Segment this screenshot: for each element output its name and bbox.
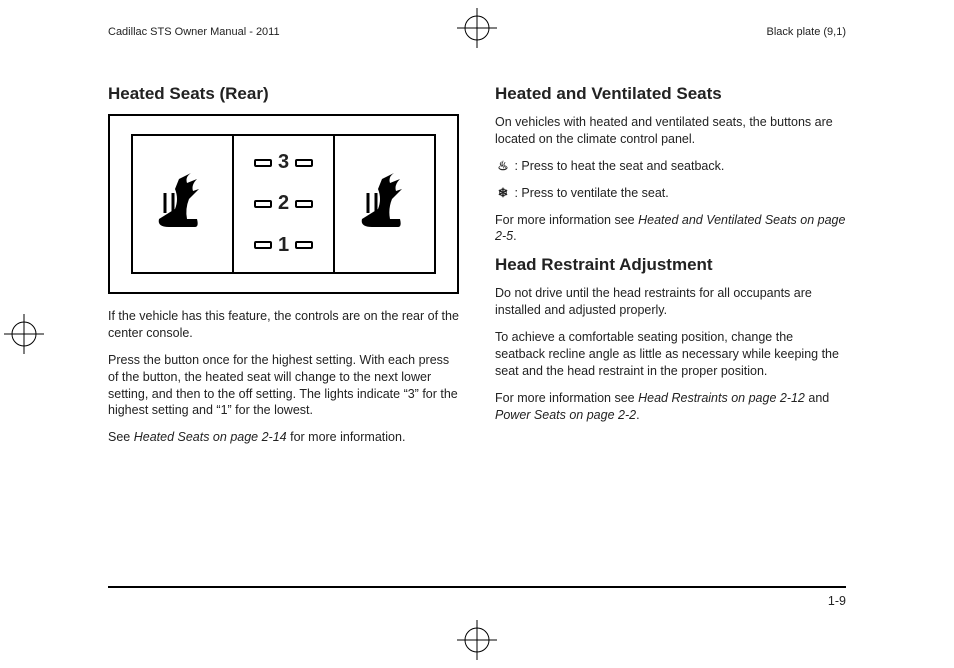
heading-heated-seats-rear: Heated Seats (Rear)	[108, 84, 459, 104]
ventilate-icon: ❄	[495, 185, 511, 202]
left-column: Heated Seats (Rear) 3 2 1	[108, 84, 459, 572]
para-hv-see-more: For more information see Heated and Vent…	[495, 212, 846, 246]
para-rear-button-operation: Press the button once for the highest se…	[108, 352, 459, 420]
header-left: Cadillac STS Owner Manual - 2011	[108, 26, 280, 38]
para-hr-see-more: For more information see Head Restraints…	[495, 390, 846, 424]
xref-power-seats: Power Seats on page 2-2	[495, 408, 636, 422]
xref-head-restraints: Head Restraints on page 2-12	[638, 391, 805, 405]
para-hv-location: On vehicles with heated and ventilated s…	[495, 114, 846, 148]
right-column: Heated and Ventilated Seats On vehicles …	[495, 84, 846, 572]
heading-heated-ventilated-seats: Heated and Ventilated Seats	[495, 84, 846, 104]
crop-mark-left	[4, 314, 44, 354]
rear-heated-seat-figure: 3 2 1	[108, 114, 459, 294]
para-heat-button: ♨ : Press to heat the seat and seatback.	[495, 158, 846, 175]
heat-icon: ♨	[495, 158, 511, 175]
para-hr-position: To achieve a comfortable seating positio…	[495, 329, 846, 380]
crop-mark-bottom	[457, 620, 497, 660]
xref-heated-seats: Heated Seats on page 2-14	[134, 430, 287, 444]
heat-level-2: 2	[278, 192, 289, 215]
header-right: Black plate (9,1)	[767, 26, 846, 38]
para-rear-see-more: See Heated Seats on page 2-14 for more i…	[108, 429, 459, 446]
page-content: Heated Seats (Rear) 3 2 1	[108, 84, 846, 572]
page-number: 1-9	[828, 594, 846, 608]
para-hr-warning: Do not drive until the head restraints f…	[495, 285, 846, 319]
heading-head-restraint-adjustment: Head Restraint Adjustment	[495, 255, 846, 275]
heat-level-3: 3	[278, 151, 289, 174]
para-ventilate-button: ❄ : Press to ventilate the seat.	[495, 185, 846, 202]
para-rear-controls-location: If the vehicle has this feature, the con…	[108, 308, 459, 342]
heat-level-indicator: 3 2 1	[232, 136, 335, 272]
right-seat-heat-icon	[335, 136, 434, 272]
heat-level-1: 1	[278, 234, 289, 257]
bottom-rule	[108, 586, 846, 588]
left-seat-heat-icon	[133, 136, 232, 272]
